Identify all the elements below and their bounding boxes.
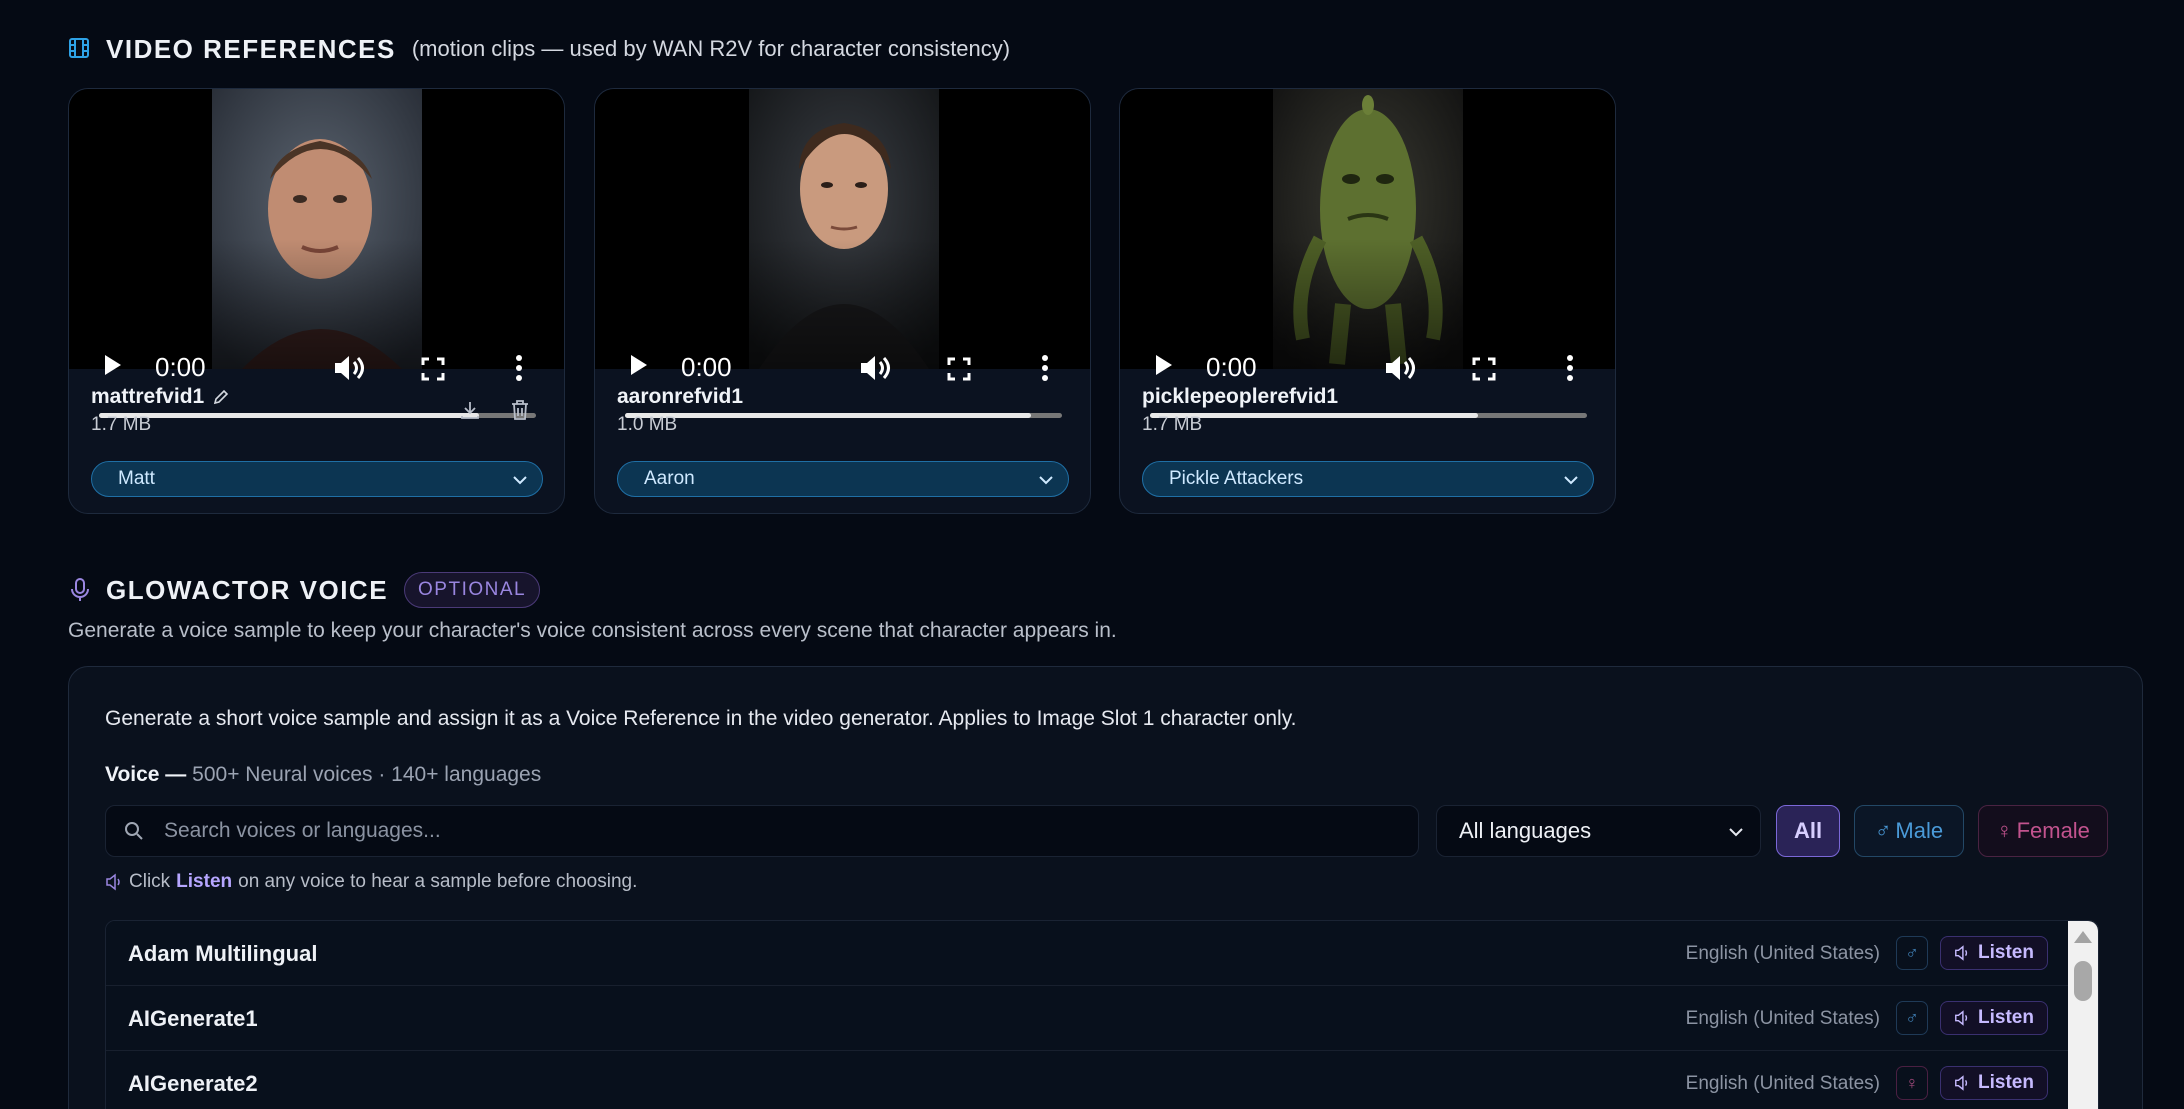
time-display: 0:00 <box>1206 352 1257 382</box>
section-title: GLOWACTOR VOICE <box>106 574 389 605</box>
voice-stats: 500+ Neural voices · 140+ languages <box>192 763 542 786</box>
progress-bar[interactable] <box>625 413 1062 418</box>
video-player[interactable]: 0:00 <box>1120 89 1615 382</box>
time-display: 0:00 <box>681 352 732 382</box>
filter-female-button[interactable]: ♀ Female <box>1978 805 2108 857</box>
voice-search <box>105 805 1419 857</box>
play-icon[interactable] <box>103 353 123 377</box>
glowactor-voice-header: GLOWACTOR VOICE OPTIONAL <box>68 570 541 610</box>
fullscreen-icon[interactable] <box>1472 357 1496 381</box>
listen-button[interactable]: Listen <box>1940 1066 2048 1100</box>
voice-label: Voice — 500+ Neural voices · 140+ langua… <box>105 763 542 786</box>
voice-panel: Generate a short voice sample and assign… <box>68 666 2143 1109</box>
character-select[interactable]: Matt <box>91 461 543 497</box>
voice-language: English (United States) <box>1685 1073 1880 1094</box>
speaker-icon <box>1955 945 1968 961</box>
video-name: picklepeoplerefvid1 <box>1142 385 1339 408</box>
edit-name-icon[interactable] <box>212 388 230 406</box>
voice-name: AIGenerate1 <box>128 1006 258 1031</box>
character-select[interactable]: Pickle Attackers <box>1142 461 1594 497</box>
more-options-icon[interactable] <box>1041 355 1049 381</box>
download-icon[interactable] <box>459 399 481 421</box>
filter-male-button[interactable]: ♂ Male <box>1854 805 1964 857</box>
listen-hint: Click Listen on any voice to hear a samp… <box>105 871 637 893</box>
video-card-pickle: 0:00 picklepeoplerefvid1 1.7 MB Pickle A… <box>1119 88 1616 514</box>
voice-language: English (United States) <box>1685 943 1880 964</box>
selected-language: All languages <box>1459 818 1592 843</box>
female-icon: ♀ <box>1896 1066 1928 1100</box>
scroll-up-arrow[interactable] <box>2074 931 2092 943</box>
section-title: VIDEO REFERENCES <box>106 33 396 64</box>
file-size: 1.0 MB <box>617 414 678 435</box>
video-card-aaron: 0:00 aaronrefvid1 1.0 MB Aaron <box>594 88 1091 514</box>
female-icon: ♀ <box>1996 818 2013 843</box>
search-input[interactable] <box>164 819 1418 843</box>
voice-name: AIGenerate2 <box>128 1071 258 1096</box>
file-size: 1.7 MB <box>1142 414 1203 435</box>
volume-icon[interactable] <box>859 354 891 382</box>
voice-language: English (United States) <box>1685 1008 1880 1029</box>
chevron-down-icon <box>1729 828 1743 837</box>
fullscreen-icon[interactable] <box>421 357 445 381</box>
more-options-icon[interactable] <box>515 355 523 381</box>
voice-row[interactable]: Adam Multilingual English (United States… <box>106 921 2070 986</box>
chevron-down-icon <box>513 476 527 485</box>
fullscreen-icon[interactable] <box>947 357 971 381</box>
search-icon <box>125 822 143 840</box>
volume-icon[interactable] <box>333 354 365 382</box>
section-description: Generate a voice sample to keep your cha… <box>68 619 1117 642</box>
video-name: aaronrefvid1 <box>617 385 744 408</box>
speaker-icon <box>1955 1010 1968 1026</box>
optional-badge: OPTIONAL <box>404 572 541 608</box>
selected-character: Aaron <box>644 468 695 489</box>
file-size: 1.7 MB <box>91 414 152 435</box>
video-name: mattrefvid1 <box>91 385 205 408</box>
film-icon <box>68 37 92 61</box>
voice-row[interactable]: AIGenerate1 English (United States) ♂ Li… <box>106 986 2070 1051</box>
male-icon: ♂ <box>1896 1001 1928 1035</box>
speaker-icon <box>1955 1075 1968 1091</box>
listen-button[interactable]: Listen <box>1940 936 2048 970</box>
male-icon: ♂ <box>1896 936 1928 970</box>
play-icon[interactable] <box>1154 353 1174 377</box>
chevron-down-icon <box>1564 476 1578 485</box>
scroll-thumb[interactable] <box>2074 961 2092 1001</box>
more-options-icon[interactable] <box>1566 355 1574 381</box>
chevron-down-icon <box>1039 476 1053 485</box>
section-subtitle: (motion clips — used by WAN R2V for char… <box>411 36 1011 61</box>
voice-list-scrollbar[interactable] <box>2068 921 2098 1109</box>
voice-name: Adam Multilingual <box>128 941 318 966</box>
video-player[interactable]: 0:00 <box>69 89 564 382</box>
video-card-matt: 0:00 mattrefvid1 1.7 MB Matt <box>68 88 565 514</box>
male-icon: ♂ <box>1874 818 1892 843</box>
play-icon[interactable] <box>629 353 649 377</box>
character-select[interactable]: Aaron <box>617 461 1069 497</box>
video-references-header: VIDEO REFERENCES (motion clips — used by… <box>68 32 1010 66</box>
video-player[interactable]: 0:00 <box>595 89 1090 382</box>
selected-character: Pickle Attackers <box>1169 468 1304 489</box>
microphone-icon <box>71 578 89 601</box>
speaker-icon <box>106 873 120 891</box>
delete-icon[interactable] <box>509 398 531 422</box>
language-select[interactable]: All languages <box>1436 805 1761 857</box>
filter-all-button[interactable]: All <box>1776 805 1840 857</box>
progress-bar[interactable] <box>1150 413 1587 418</box>
panel-intro: Generate a short voice sample and assign… <box>105 707 1297 730</box>
listen-button[interactable]: Listen <box>1940 1001 2048 1035</box>
volume-icon[interactable] <box>1384 354 1416 382</box>
voice-row[interactable]: AIGenerate2 English (United States) ♀ Li… <box>106 1051 2070 1109</box>
time-display: 0:00 <box>155 352 206 382</box>
selected-character: Matt <box>118 468 155 489</box>
voice-list: Adam Multilingual English (United States… <box>105 920 2099 1109</box>
